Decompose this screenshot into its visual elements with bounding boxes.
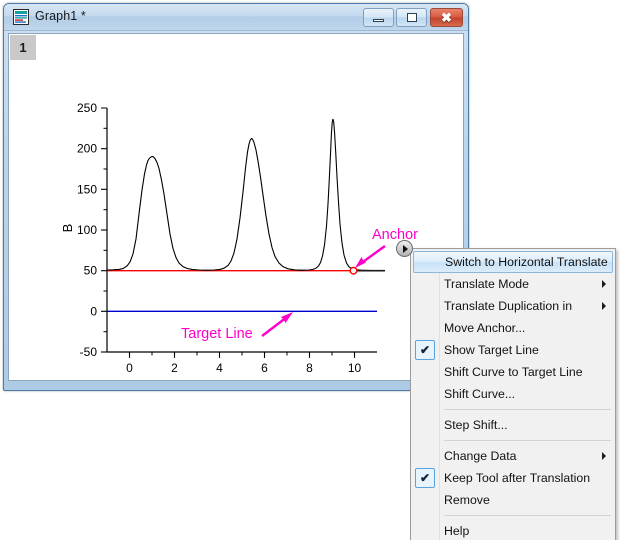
menu-item-translate-mode[interactable]: Translate Mode xyxy=(411,273,615,295)
menu-item-show-target-line[interactable]: ✔Show Target Line xyxy=(411,339,615,361)
x-tick-label: 0 xyxy=(126,361,133,375)
minimize-icon xyxy=(364,9,393,26)
x-tick-label: 4 xyxy=(216,361,223,375)
y-tick-label: 100 xyxy=(77,223,97,237)
graph-window[interactable]: Graph1 * ✖ 1 xyxy=(3,3,469,391)
menu-item-translate-duplication-in[interactable]: Translate Duplication in xyxy=(411,295,615,317)
x-tick-label: 8 xyxy=(306,361,313,375)
close-icon: ✖ xyxy=(431,9,462,26)
window-title: Graph1 * xyxy=(35,9,86,23)
anchor-point-marker[interactable] xyxy=(350,267,357,274)
menu-separator xyxy=(444,409,611,410)
menu-item-change-data[interactable]: Change Data xyxy=(411,445,615,467)
menu-item-shift-curve-to-target-line[interactable]: Shift Curve to Target Line xyxy=(411,361,615,383)
x-tick-labels: 0 2 4 6 8 10 xyxy=(126,361,361,375)
menu-item-move-anchor[interactable]: Move Anchor... xyxy=(411,317,615,339)
y-tick-label: 150 xyxy=(77,182,97,196)
target-line-annotation-label: Target Line xyxy=(181,326,253,342)
menu-item-switch-to-horizontal-translate[interactable]: Switch to Horizontal Translate xyxy=(413,251,613,273)
y-tick-label: 0 xyxy=(90,304,97,318)
checkmark-icon: ✔ xyxy=(415,340,435,360)
y-tick-labels: -50 0 50 100 150 200 250 xyxy=(77,101,97,359)
y-tick-label: 50 xyxy=(84,264,98,278)
graph-window-icon xyxy=(13,9,29,25)
close-button[interactable]: ✖ xyxy=(430,8,463,27)
window-titlebar[interactable]: Graph1 * ✖ xyxy=(4,4,468,31)
screenshot-root: Graph1 * ✖ 1 xyxy=(0,0,620,540)
x-tick-label: 10 xyxy=(348,361,362,375)
context-menu[interactable]: Switch to Horizontal TranslateTranslate … xyxy=(410,248,616,540)
submenu-arrow-icon xyxy=(602,302,606,310)
menu-item-help[interactable]: Help xyxy=(411,520,615,540)
checkmark-icon: ✔ xyxy=(415,468,435,488)
menu-item-keep-tool-after-translation[interactable]: ✔Keep Tool after Translation xyxy=(411,467,615,489)
graph-plot-canvas[interactable]: -50 0 50 100 150 200 250 0 2 4 6 8 xyxy=(9,34,464,381)
context-menu-items: Switch to Horizontal TranslateTranslate … xyxy=(411,251,615,540)
play-triangle-icon xyxy=(403,245,408,253)
y-tick-label: 250 xyxy=(77,101,97,115)
y-tick-label: 200 xyxy=(77,142,97,156)
submenu-arrow-icon xyxy=(602,452,606,460)
menu-item-remove[interactable]: Remove xyxy=(411,489,615,511)
menu-separator xyxy=(444,515,611,516)
maximize-button[interactable] xyxy=(396,8,427,27)
plot-svg: -50 0 50 100 150 200 250 0 2 4 6 8 xyxy=(9,34,464,381)
anchor-annotation-label: Anchor xyxy=(372,227,418,243)
graph-client-area[interactable]: 1 xyxy=(8,33,464,381)
data-curve[interactable] xyxy=(107,119,377,271)
x-tick-label: 6 xyxy=(261,361,268,375)
y-tick-label: -50 xyxy=(80,345,98,359)
anchor-annotation-arrow xyxy=(355,246,385,268)
x-axis-title: A xyxy=(238,379,247,381)
minimize-button[interactable] xyxy=(363,8,394,27)
y-axis-title: B xyxy=(60,224,75,233)
target-line-annotation-arrow xyxy=(262,312,293,336)
translate-tool-handle[interactable] xyxy=(396,240,413,257)
menu-item-step-shift[interactable]: Step Shift... xyxy=(411,414,615,436)
menu-item-shift-curve[interactable]: Shift Curve... xyxy=(411,383,615,405)
menu-separator xyxy=(444,440,611,441)
maximize-icon xyxy=(397,9,426,26)
x-tick-label: 2 xyxy=(171,361,178,375)
submenu-arrow-icon xyxy=(602,280,606,288)
